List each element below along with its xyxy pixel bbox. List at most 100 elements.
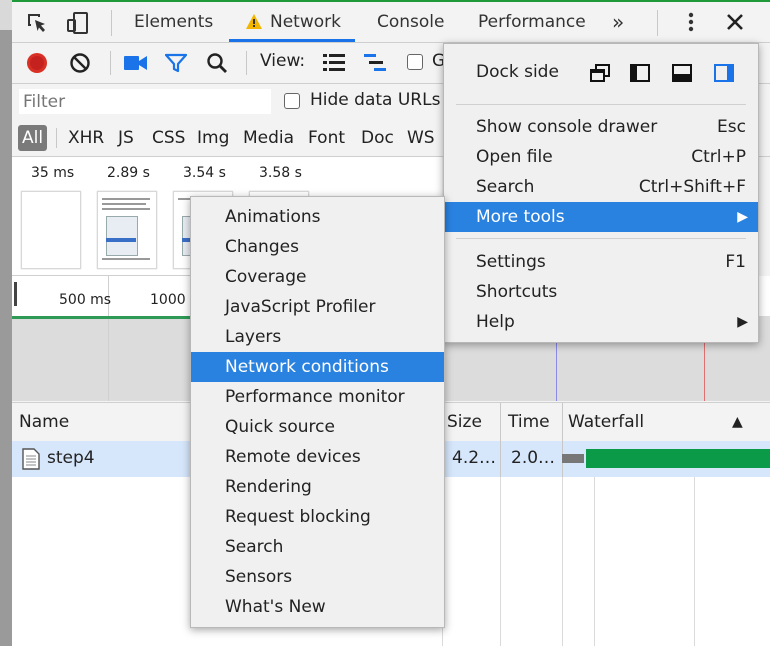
submenu-item-whats-new[interactable]: What's New [191, 592, 444, 622]
overview-left-handle[interactable] [14, 282, 17, 306]
submenu-arrow-icon: ▶ [737, 209, 748, 225]
submenu-item-label: Quick source [225, 417, 335, 437]
column-header-waterfall[interactable]: Waterfall [568, 403, 644, 441]
submenu-item-label: Animations [225, 207, 321, 227]
submenu-item-label: Rendering [225, 477, 312, 497]
menu-item-label: Open file [476, 147, 553, 167]
overview-tick: 500 ms [59, 292, 112, 308]
sort-ascending-icon[interactable]: ▲ [732, 403, 743, 441]
submenu-item-search[interactable]: Search [191, 532, 444, 562]
group-by-frame-checkbox[interactable] [407, 54, 423, 70]
submenu-item-quick-source[interactable]: Quick source [191, 412, 444, 442]
filter-input[interactable] [19, 89, 271, 114]
more-tabs-icon[interactable]: » [612, 2, 624, 42]
submenu-item-remote-devices[interactable]: Remote devices [191, 442, 444, 472]
submenu-item-label: Sensors [225, 567, 293, 587]
frame-time: 35 ms [31, 165, 75, 181]
menu-item-search[interactable]: Search Ctrl+Shift+F [444, 172, 758, 202]
tab-network[interactable]: Network [270, 2, 341, 42]
search-icon[interactable] [206, 52, 228, 79]
frame-time: 2.89 s [107, 165, 150, 181]
dock-bottom-icon[interactable] [672, 64, 692, 87]
dock-left-icon[interactable] [630, 64, 650, 87]
page-left-edge [0, 0, 12, 646]
type-filter-all[interactable]: All [18, 125, 48, 151]
submenu-item-request-blocking[interactable]: Request blocking [191, 502, 444, 532]
request-name: step4 [47, 448, 95, 468]
submenu-item-label: Performance monitor [225, 387, 405, 407]
submenu-item-label: Search [225, 537, 284, 557]
undock-icon[interactable] [590, 64, 610, 87]
menu-item-label: Show console drawer [476, 117, 658, 137]
submenu-item-sensors[interactable]: Sensors [191, 562, 444, 592]
column-header-size[interactable]: Size [447, 403, 482, 441]
type-filter-font[interactable]: Font [308, 125, 345, 151]
waterfall-wait-bar [562, 454, 584, 463]
inspect-element-icon[interactable] [26, 12, 48, 34]
frame-time: 3.54 s [183, 165, 226, 181]
type-filter-css[interactable]: CSS [152, 125, 185, 151]
tab-performance[interactable]: Performance [478, 2, 586, 42]
clear-icon[interactable] [69, 52, 91, 79]
submenu-item-network-conditions[interactable]: Network conditions [191, 352, 444, 382]
view-label: View: [260, 51, 306, 71]
type-filter-js[interactable]: JS [118, 125, 134, 151]
overview-tick: 1000 r [150, 292, 196, 308]
menu-shortcut: Esc [717, 117, 746, 137]
column-header-time[interactable]: Time [508, 403, 550, 441]
tab-elements[interactable]: Elements [134, 2, 213, 42]
screenshot-camera-icon[interactable] [124, 55, 148, 76]
menu-shortcut: F1 [725, 252, 746, 272]
dock-right-icon[interactable] [714, 64, 734, 87]
waterfall-download-bar [586, 449, 770, 468]
submenu-item-javascript-profiler[interactable]: JavaScript Profiler [191, 292, 444, 322]
request-time: 2.0… [511, 448, 556, 468]
submenu-item-layers[interactable]: Layers [191, 322, 444, 352]
menu-item-settings[interactable]: Settings F1 [444, 247, 758, 277]
close-icon[interactable] [726, 13, 744, 36]
filmstrip-frame[interactable] [21, 191, 81, 269]
request-size: 4.2… [452, 448, 497, 468]
kebab-menu-icon[interactable] [688, 12, 694, 37]
type-filter-doc[interactable]: Doc [361, 125, 394, 151]
tab-console[interactable]: Console [377, 2, 445, 42]
submenu-item-label: Remote devices [225, 447, 361, 467]
hide-data-urls-checkbox[interactable] [284, 93, 300, 109]
submenu-item-label: Request blocking [225, 507, 371, 527]
record-button[interactable] [26, 52, 48, 79]
submenu-item-performance-monitor[interactable]: Performance monitor [191, 382, 444, 412]
large-rows-icon[interactable] [323, 54, 345, 76]
filmstrip-frame[interactable] [97, 191, 157, 269]
warning-icon [245, 13, 263, 35]
submenu-item-label: What's New [225, 597, 326, 617]
submenu-item-coverage[interactable]: Coverage [191, 262, 444, 292]
type-filter-img[interactable]: Img [197, 125, 229, 151]
menu-item-more-tools[interactable]: More tools ▶ [444, 202, 758, 232]
submenu-item-animations[interactable]: Animations [191, 202, 444, 232]
submenu-item-changes[interactable]: Changes [191, 232, 444, 262]
filter-icon[interactable] [164, 53, 188, 78]
submenu-item-rendering[interactable]: Rendering [191, 472, 444, 502]
devtools-tabbar: Elements Network Console Performance » [12, 2, 770, 43]
menu-item-help[interactable]: Help ▶ [444, 307, 758, 337]
type-filter-ws[interactable]: WS [407, 125, 435, 151]
frame-time: 3.58 s [259, 165, 302, 181]
menu-shortcut: Ctrl+P [691, 147, 746, 167]
device-toolbar-icon[interactable] [66, 11, 90, 35]
menu-shortcut: Ctrl+Shift+F [638, 177, 746, 197]
menu-item-label: Settings [476, 252, 546, 272]
main-menu: Dock side Show console drawer Esc Open f… [443, 43, 759, 343]
more-tools-submenu: Animations Changes Coverage JavaScript P… [190, 196, 445, 628]
type-filter-media[interactable]: Media [243, 125, 294, 151]
overview-waterfall-icon[interactable] [364, 54, 388, 77]
submenu-item-label: Layers [225, 327, 282, 347]
menu-item-open-file[interactable]: Open file Ctrl+P [444, 142, 758, 172]
submenu-item-label: Network conditions [225, 357, 389, 377]
menu-item-label: Shortcuts [476, 282, 558, 302]
menu-item-show-console-drawer[interactable]: Show console drawer Esc [444, 112, 758, 142]
column-header-name[interactable]: Name [19, 403, 69, 441]
menu-item-label: Help [476, 312, 515, 332]
menu-item-shortcuts[interactable]: Shortcuts [444, 277, 758, 307]
submenu-item-label: JavaScript Profiler [225, 297, 376, 317]
type-filter-xhr[interactable]: XHR [68, 125, 104, 151]
